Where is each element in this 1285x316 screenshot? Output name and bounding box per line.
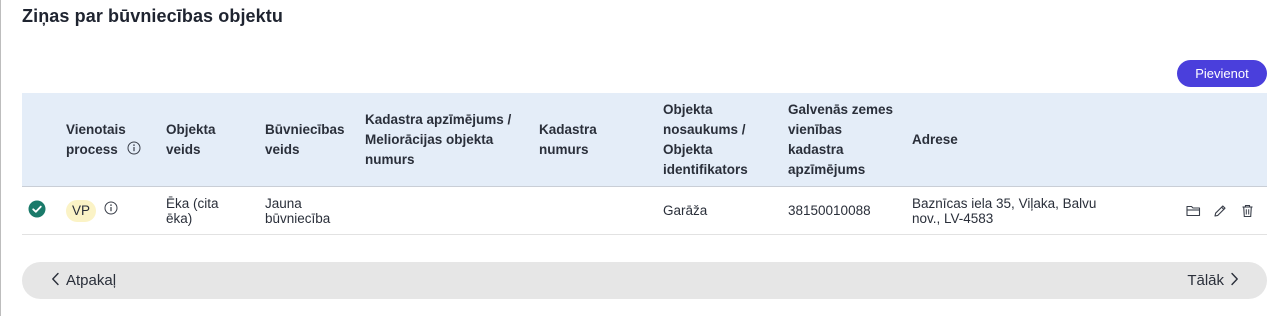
back-button[interactable]: Atpakaļ — [51, 262, 116, 299]
chevron-right-icon — [1230, 272, 1239, 290]
column-header-construction-type: Būvniecības veids — [265, 93, 360, 186]
process-cell: VP — [66, 187, 118, 234]
column-header-label: Kadastra numurs — [539, 121, 597, 157]
info-icon[interactable] — [127, 141, 141, 155]
column-header-label: Būvniecības veids — [265, 121, 345, 157]
column-header-cadastral-designation: Kadastra apzīmējums / Meliorācijas objek… — [365, 93, 535, 186]
back-label: Atpakaļ — [66, 272, 117, 289]
add-button[interactable]: Pievienot — [1177, 60, 1267, 87]
next-button[interactable]: Tālāk — [1187, 262, 1239, 299]
row-actions — [1185, 187, 1255, 234]
column-header-object-type: Objekta veids — [166, 93, 256, 186]
column-header-label: Objekta nosaukums / Objekta identifikato… — [663, 101, 748, 177]
column-header-address: Adrese — [912, 93, 1112, 186]
navigation-bar: Atpakaļ Tālāk — [22, 262, 1267, 299]
trash-icon[interactable] — [1239, 203, 1255, 219]
objects-table: Vienotais process Objekta veids Būvniecī… — [22, 93, 1267, 235]
left-border — [0, 0, 1, 316]
cadastral-designation-cell — [365, 187, 535, 234]
check-circle-icon — [28, 200, 46, 221]
address-cell: Baznīcas iela 35, Viļaka, Balvu nov., LV… — [912, 195, 1097, 226]
construction-type-cell: Jauna būvniecība — [265, 195, 331, 226]
column-header-cadastral-number: Kadastra numurs — [539, 93, 639, 186]
cadastral-number-cell — [539, 187, 639, 234]
object-name-cell: Garāža — [663, 203, 708, 218]
column-header-label: Objekta veids — [166, 121, 216, 157]
column-header-label: Kadastra apzīmējums / Meliorācijas objek… — [365, 111, 512, 167]
chevron-left-icon — [51, 272, 60, 290]
column-header-label: Adrese — [912, 131, 958, 147]
column-header-main-land-unit: Galvenās zemes vienības kadastra apzīmēj… — [788, 93, 908, 186]
column-header-label: Galvenās zemes vienības kadastra apzīmēj… — [788, 101, 894, 177]
process-badge: VP — [66, 199, 96, 222]
column-header-process: Vienotais process — [66, 93, 161, 186]
edit-pencil-icon[interactable] — [1212, 203, 1228, 219]
table-header: Vienotais process Objekta veids Būvniecī… — [22, 93, 1267, 187]
page-title: Ziņas par būvniecības objektu — [22, 6, 283, 26]
status-cell — [28, 187, 46, 234]
object-type-cell: Ēka (cita ēka) — [166, 195, 219, 226]
next-label: Tālāk — [1187, 272, 1224, 289]
main-land-unit-cell: 38150010088 — [788, 203, 871, 218]
info-icon[interactable] — [104, 201, 118, 215]
column-header-object-name: Objekta nosaukums / Objekta identifikato… — [663, 93, 783, 186]
folder-icon[interactable] — [1185, 203, 1201, 219]
column-header-label: Vienotais process — [66, 121, 126, 157]
table-row: VP Ēka (cita ēka) Jauna būvniecība Garāž… — [22, 187, 1267, 235]
